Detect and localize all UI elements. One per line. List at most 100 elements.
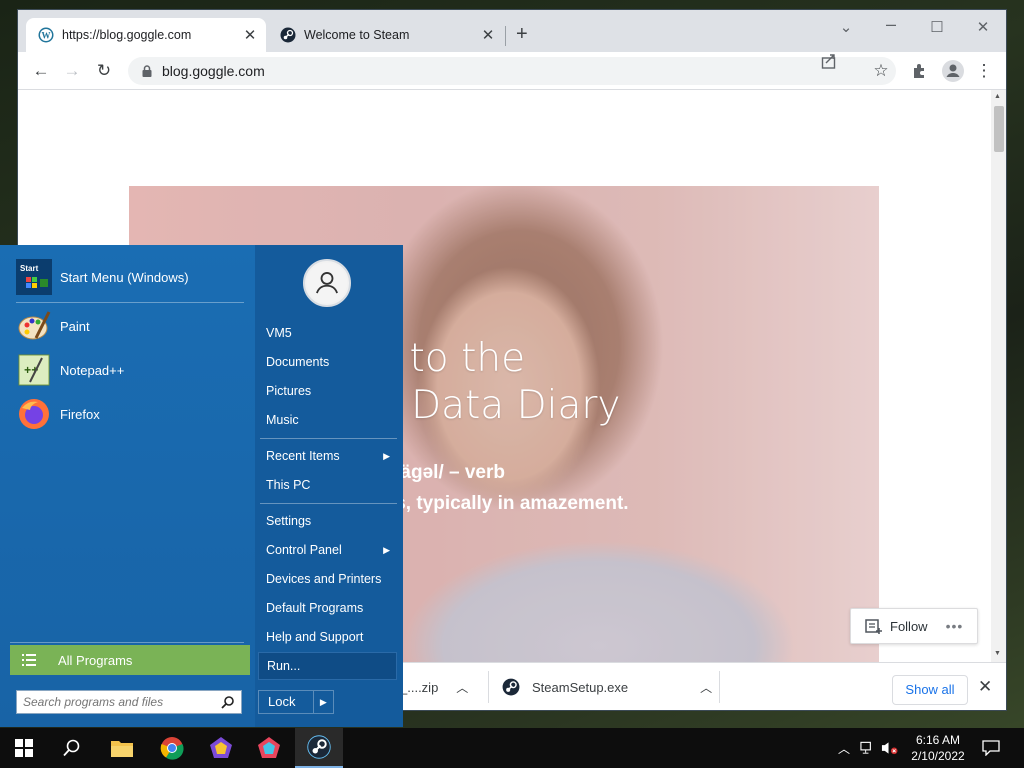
- search-input[interactable]: [17, 695, 221, 709]
- share-icon[interactable]: [820, 52, 838, 70]
- scroll-up-icon[interactable]: ▲: [994, 93, 1001, 100]
- lock-label: Lock: [259, 691, 314, 713]
- svg-text:W: W: [42, 31, 51, 41]
- menu-item-this-pc[interactable]: This PC: [266, 473, 396, 497]
- clock[interactable]: 6:16 AM 2/10/2022: [900, 732, 976, 764]
- search-icon: [63, 739, 80, 757]
- svg-text:Start: Start: [20, 264, 39, 273]
- start-menu-icon: Start: [16, 259, 52, 295]
- search-icon[interactable]: [221, 695, 235, 709]
- pentagon-app-icon: [210, 737, 232, 758]
- follow-label: Follow: [890, 618, 928, 634]
- folder-icon: [111, 741, 133, 757]
- start-menu: Start Start Menu (Windows) Paint ++ Note…: [0, 245, 403, 727]
- system-tray: ︿: [838, 728, 898, 768]
- list-icon: [22, 654, 36, 666]
- tab-title: Welcome to Steam: [304, 28, 410, 42]
- show-all-button[interactable]: Show all: [892, 675, 968, 705]
- follow-button[interactable]: Follow •••: [850, 608, 978, 644]
- download-item[interactable]: _....zip ︿: [400, 663, 492, 711]
- pentagon-app-icon: [258, 737, 280, 758]
- download-name: SteamSetup.exe: [532, 679, 629, 695]
- follow-icon: [865, 619, 882, 634]
- menu-item-pictures[interactable]: Pictures: [266, 379, 396, 403]
- app-label: Firefox: [60, 406, 100, 422]
- pinned-notepadpp[interactable]: ++ Notepad++: [16, 352, 124, 388]
- close-download-bar-icon[interactable]: ✕: [978, 677, 992, 697]
- tab-divider: [505, 26, 506, 46]
- wordpress-icon: W: [38, 27, 54, 43]
- lock-button[interactable]: Lock ▶: [258, 690, 334, 714]
- windows-logo-icon: [15, 739, 33, 757]
- tab-blog[interactable]: W https://blog.goggle.com ✕: [26, 18, 266, 52]
- taskbar-file-explorer[interactable]: [98, 728, 146, 768]
- address-bar[interactable]: blog.goggle.com: [128, 57, 896, 85]
- divider: [16, 302, 244, 303]
- profile-icon[interactable]: [941, 59, 965, 83]
- browser-toolbar: ← → ↻ blog.goggle.com ☆ ⋮: [18, 52, 1006, 90]
- download-name: _....zip: [400, 679, 439, 695]
- app-label: Notepad++: [60, 362, 125, 378]
- forward-icon[interactable]: →: [61, 60, 83, 82]
- minimize-icon[interactable]: –: [876, 14, 906, 34]
- url-text: blog.goggle.com: [162, 63, 265, 79]
- clock-time: 6:16 AM: [915, 733, 961, 747]
- menu-item-help-support[interactable]: Help and Support: [266, 625, 396, 649]
- submenu-arrow-icon: ▶: [383, 451, 390, 461]
- menu-item-documents[interactable]: Documents: [266, 350, 396, 374]
- notepadpp-icon: ++: [18, 354, 50, 386]
- notifications-button[interactable]: [970, 728, 1012, 768]
- reload-icon[interactable]: ↻: [93, 60, 115, 82]
- taskbar-chrome[interactable]: [148, 728, 196, 768]
- menu-item-default-programs[interactable]: Default Programs: [266, 596, 396, 620]
- scroll-down-icon[interactable]: ▼: [994, 650, 1001, 657]
- all-programs-button[interactable]: All Programs: [10, 645, 250, 675]
- search-programs-field[interactable]: [16, 690, 242, 714]
- back-icon[interactable]: ←: [30, 60, 52, 82]
- taskbar-search-button[interactable]: [48, 728, 96, 768]
- tab-steam[interactable]: Welcome to Steam ✕: [268, 18, 504, 52]
- pinned-paint[interactable]: Paint: [16, 308, 90, 344]
- app-label: Paint: [60, 318, 90, 334]
- pinned-firefox[interactable]: Firefox: [16, 396, 100, 432]
- lock-options-arrow-icon[interactable]: ▶: [314, 691, 333, 713]
- pinned-start-menu-windows[interactable]: Start Start Menu (Windows): [16, 259, 189, 295]
- menu-item-user[interactable]: VM5: [266, 321, 396, 345]
- more-options-icon[interactable]: •••: [946, 618, 964, 634]
- maximize-icon[interactable]: ☐: [922, 18, 952, 38]
- new-tab-icon[interactable]: +: [516, 24, 528, 44]
- user-avatar-icon[interactable]: [303, 259, 351, 307]
- show-hidden-icons-icon[interactable]: ︿: [838, 740, 850, 757]
- divider: [10, 642, 244, 643]
- menu-icon[interactable]: ⋮: [973, 60, 995, 82]
- submenu-arrow-icon: ▶: [383, 545, 390, 555]
- taskbar-steam[interactable]: [295, 728, 343, 768]
- close-window-icon[interactable]: ✕: [968, 18, 998, 38]
- chevron-up-icon[interactable]: ︿: [456, 679, 468, 696]
- page-scrollbar[interactable]: ▲ ▼: [991, 90, 1006, 662]
- menu-item-recent-items[interactable]: Recent Items ▶: [266, 444, 396, 468]
- start-button[interactable]: [0, 728, 48, 768]
- extensions-icon[interactable]: [910, 61, 930, 81]
- tab-search-icon[interactable]: ⌄: [831, 18, 861, 38]
- paint-icon: [18, 311, 51, 340]
- volume-muted-icon[interactable]: [881, 740, 898, 756]
- close-tab-icon[interactable]: ✕: [240, 26, 260, 44]
- menu-item-label: Control Panel: [266, 543, 342, 557]
- menu-item-settings[interactable]: Settings: [266, 509, 396, 533]
- scroll-thumb[interactable]: [994, 106, 1004, 152]
- menu-item-run[interactable]: Run...: [258, 652, 397, 680]
- taskbar-app-pentagon-2[interactable]: [245, 728, 293, 768]
- start-menu-programs-pane: Start Start Menu (Windows) Paint ++ Note…: [0, 245, 255, 727]
- menu-item-devices-printers[interactable]: Devices and Printers: [266, 567, 396, 591]
- clock-date: 2/10/2022: [911, 749, 965, 763]
- bookmark-star-icon[interactable]: ☆: [870, 60, 892, 82]
- network-icon[interactable]: [860, 741, 875, 755]
- menu-item-control-panel[interactable]: Control Panel ▶: [266, 538, 396, 562]
- menu-item-music[interactable]: Music: [266, 408, 396, 432]
- chevron-up-icon[interactable]: ︿: [700, 679, 712, 696]
- taskbar-app-pentagon[interactable]: [197, 728, 245, 768]
- close-tab-icon[interactable]: ✕: [478, 26, 498, 44]
- taskbar: ︿ 6:16 AM 2/10/2022: [0, 728, 1024, 768]
- download-item[interactable]: SteamSetup.exe ︿: [502, 663, 722, 711]
